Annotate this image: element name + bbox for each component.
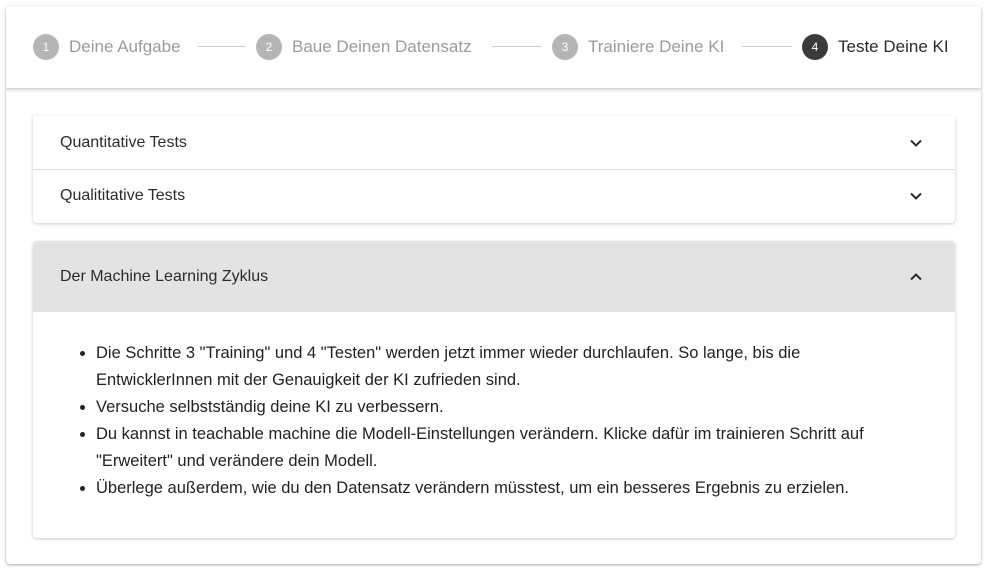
chevron-up-icon[interactable]: [909, 270, 923, 284]
bullet-list: Die Schritte 3 "Training" und 4 "Testen"…: [78, 340, 915, 502]
accordion-quantitative-tests[interactable]: Quantitative Tests: [33, 116, 955, 169]
accordion-ml-cycle-label: Der Machine Learning Zyklus: [60, 267, 269, 285]
stepper: 1 Deine Aufgabe 2 Baue Deinen Datensatz …: [6, 6, 981, 89]
step-2-number: 2: [256, 34, 282, 60]
list-item: Die Schritte 3 "Training" und 4 "Testen"…: [96, 340, 915, 394]
step-connector: [742, 46, 792, 47]
step-connector: [198, 46, 246, 47]
list-item: Versuche selbstständig deine KI zu verbe…: [96, 394, 915, 421]
accordion-quantitative-tests-label: Quantitative Tests: [60, 133, 187, 151]
step-4-label: Teste Deine KI: [838, 37, 949, 56]
step-2-label: Baue Deinen Datensatz: [292, 37, 472, 56]
step-4-number: 4: [802, 34, 828, 60]
collapsed-accordion-group: Quantitative Tests Qualititative Tests: [33, 116, 955, 223]
main-card: 1 Deine Aufgabe 2 Baue Deinen Datensatz …: [6, 6, 981, 564]
step-2[interactable]: 2 Baue Deinen Datensatz: [256, 34, 472, 60]
chevron-down-icon[interactable]: [909, 189, 923, 203]
accordion-qualititative-tests-label: Qualititative Tests: [60, 187, 186, 204]
step-connector: [492, 46, 542, 47]
accordion-ml-cycle: Der Machine Learning Zyklus Die Schritte…: [33, 241, 955, 538]
step-3-label: Trainiere Deine KI: [588, 37, 725, 56]
step-1-number: 1: [33, 34, 59, 60]
accordion-ml-cycle-content: Die Schritte 3 "Training" und 4 "Testen"…: [33, 312, 955, 502]
accordion-qualititative-tests[interactable]: Qualititative Tests: [33, 169, 955, 222]
step-1[interactable]: 1 Deine Aufgabe: [33, 34, 181, 60]
list-item: Überlege außerdem, wie du den Datensatz …: [96, 475, 915, 502]
step-3-number: 3: [552, 34, 578, 60]
step-3[interactable]: 3 Trainiere Deine KI: [552, 34, 724, 60]
accordion-ml-cycle-header[interactable]: Der Machine Learning Zyklus: [33, 241, 955, 312]
list-item: Du kannst in teachable machine die Model…: [96, 421, 915, 475]
step-1-label: Deine Aufgabe: [69, 37, 181, 56]
step-4[interactable]: 4 Teste Deine KI: [802, 34, 949, 60]
chevron-down-icon[interactable]: [909, 136, 923, 150]
